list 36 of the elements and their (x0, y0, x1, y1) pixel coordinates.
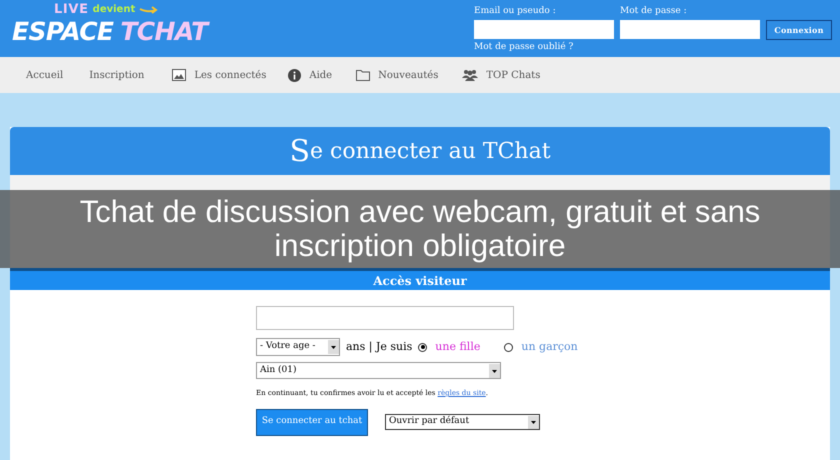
info-icon (288, 68, 302, 82)
region-select[interactable]: Ain (01) (256, 362, 501, 379)
dropdown-icon (528, 416, 539, 428)
dropdown-icon (328, 340, 339, 354)
nav-link[interactable]: Aide (288, 68, 332, 82)
gender-label[interactable]: une fille (435, 338, 480, 356)
card-header: Se connecter au TChat (10, 127, 830, 175)
age-label: ans | Je suis (346, 338, 412, 355)
field-label: Mot de passe : (620, 5, 688, 18)
logo-tagline: devient (92, 3, 136, 17)
login-button[interactable]: Connexion (766, 20, 832, 40)
folder-icon (356, 69, 370, 81)
nav-link[interactable]: Les connectés (172, 68, 266, 82)
arrow-icon (139, 5, 160, 15)
logo[interactable]: ESPACE TCHAT (12, 18, 208, 46)
nav-link[interactable]: Accueil (26, 68, 64, 82)
field-label: Email ou pseudo : (474, 5, 557, 18)
nav-link[interactable]: TOP Chats (462, 68, 540, 82)
age-select[interactable]: - Votre age - (256, 338, 340, 356)
logo-text: LIVE (54, 2, 89, 18)
section-header: Accès visiteur (10, 268, 830, 290)
gender-label[interactable]: un garçon (521, 338, 578, 356)
password-field[interactable] (620, 20, 760, 39)
caption-banner: Tchat de discussion avec webcam, gratuit et sans inscription obligatoire (0, 190, 840, 268)
image-icon (172, 69, 186, 81)
nav-link[interactable]: Nouveautés (356, 68, 438, 82)
gender-radio[interactable] (504, 342, 514, 352)
open-mode-select[interactable]: Ouvrir par défaut (385, 414, 540, 430)
users-icon (462, 69, 478, 81)
pseudo-field[interactable] (256, 306, 514, 330)
dropdown-icon (489, 364, 500, 378)
nav-link[interactable]: Inscription (89, 68, 144, 82)
forgot-password-link[interactable]: Mot de passe oublié ? (474, 39, 614, 55)
connect-button[interactable]: Se connecter au tchat (256, 408, 368, 436)
gender-radio[interactable] (418, 342, 428, 352)
email-field[interactable] (474, 20, 614, 39)
